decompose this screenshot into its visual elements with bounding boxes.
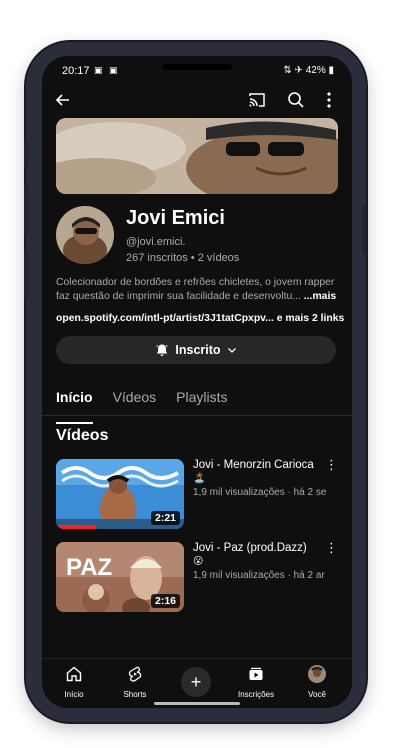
channel-description[interactable]: Colecionador de bordões e refrões chicle… xyxy=(56,276,340,304)
channel-avatar[interactable] xyxy=(56,206,114,264)
nav-shorts[interactable]: Shorts xyxy=(105,665,165,699)
signal-icon: ⇅ ✈ xyxy=(283,65,306,76)
profile-avatar-icon xyxy=(308,665,326,683)
camera-notch xyxy=(162,64,232,70)
channel-stats: 267 inscritos • 2 vídeos xyxy=(126,252,240,264)
subscriptions-icon xyxy=(249,667,263,680)
channel-tabs: Início Vídeos Playlists xyxy=(56,389,228,424)
nav-subscriptions-label: Inscrições xyxy=(237,690,274,699)
channel-links[interactable]: open.spotify.com/intl-pt/artist/3J1tatCp… xyxy=(56,313,346,324)
video-emoji: 🏝️ xyxy=(193,473,206,484)
video-thumbnail[interactable]: PAZ 2:16 xyxy=(56,542,184,612)
video-item[interactable]: 2:21 Jovi - Menorzin Carioca 🏝️ 1,9 mil … xyxy=(56,457,346,529)
tab-divider xyxy=(42,415,352,416)
status-right: ⇅ ✈ 42% ▮ xyxy=(283,65,334,76)
video-meta: 1,9 mil visualizações · há 2 se xyxy=(193,487,327,498)
phone-side-button xyxy=(24,185,28,235)
app-screen: 20:17 ▣ ▣ ⇅ ✈ 42% ▮ Jovi Emici @jovi.emi… xyxy=(42,56,352,708)
search-icon[interactable] xyxy=(285,89,307,111)
video-menu-icon[interactable]: ⋮ xyxy=(325,540,338,556)
cast-icon[interactable] xyxy=(246,89,268,111)
subscribed-button[interactable]: Inscrito xyxy=(56,336,336,364)
phone-side-button xyxy=(24,140,28,168)
video-title[interactable]: Jovi - Menorzin Carioca xyxy=(193,459,323,471)
video-menu-icon[interactable]: ⋮ xyxy=(325,457,338,473)
status-time: 20:17 xyxy=(62,65,90,77)
nav-you-label: Você xyxy=(308,690,326,699)
nav-home-label: Início xyxy=(64,690,84,699)
battery-icon: ▮ xyxy=(325,65,334,76)
thumbnail-text: PAZ xyxy=(66,554,112,581)
status-bar: 20:17 ▣ ▣ ⇅ ✈ 42% ▮ xyxy=(42,56,352,84)
notification-icons: ▣ ▣ xyxy=(94,65,120,75)
subscribed-label: Inscrito xyxy=(175,343,221,357)
shorts-icon xyxy=(128,666,142,682)
top-bar xyxy=(42,86,352,114)
more-link[interactable]: ...mais xyxy=(304,291,336,302)
spotify-link[interactable]: open.spotify.com/intl-pt/artist/3J1tatCp… xyxy=(56,313,274,324)
home-indicator xyxy=(154,702,240,705)
back-arrow-icon[interactable] xyxy=(52,89,74,111)
home-icon xyxy=(66,666,82,682)
battery-level: 42% xyxy=(305,65,326,76)
video-item[interactable]: PAZ 2:16 Jovi - Paz (prod.Dazz) 😮 1,9 mi… xyxy=(56,540,346,612)
channel-banner xyxy=(56,118,338,194)
bottom-navigation: Início Shorts + Inscrições Você xyxy=(42,658,352,708)
nav-home[interactable]: Início xyxy=(44,665,104,699)
phone-side-button xyxy=(362,205,366,255)
more-vert-icon[interactable] xyxy=(318,89,340,111)
tab-playlists[interactable]: Playlists xyxy=(176,389,227,415)
video-duration: 2:16 xyxy=(150,594,180,608)
video-emoji: 😮 xyxy=(193,556,204,567)
create-plus-button[interactable]: + xyxy=(181,667,211,697)
nav-subscriptions[interactable]: Inscrições xyxy=(226,665,286,699)
phone-side-button xyxy=(24,250,28,300)
nav-shorts-label: Shorts xyxy=(123,690,147,699)
chevron-down-icon xyxy=(227,348,236,353)
description-text: Colecionador de bordões e refrões chicle… xyxy=(56,277,335,302)
tab-inicio[interactable]: Início xyxy=(56,389,93,424)
section-title: Vídeos xyxy=(56,427,109,444)
channel-name: Jovi Emici xyxy=(126,207,225,229)
more-links[interactable]: e mais 2 links xyxy=(277,313,345,324)
video-thumbnail[interactable]: 2:21 xyxy=(56,459,184,529)
bell-icon xyxy=(156,344,169,356)
tab-videos[interactable]: Vídeos xyxy=(113,389,157,415)
video-meta: 1,9 mil visualizações · há 2 ar xyxy=(193,570,325,581)
channel-handle: @jovi.emici. xyxy=(126,236,186,248)
video-duration: 2:21 xyxy=(150,511,180,525)
video-title[interactable]: Jovi - Paz (prod.Dazz) xyxy=(193,542,323,554)
nav-you[interactable]: Você xyxy=(287,665,347,699)
